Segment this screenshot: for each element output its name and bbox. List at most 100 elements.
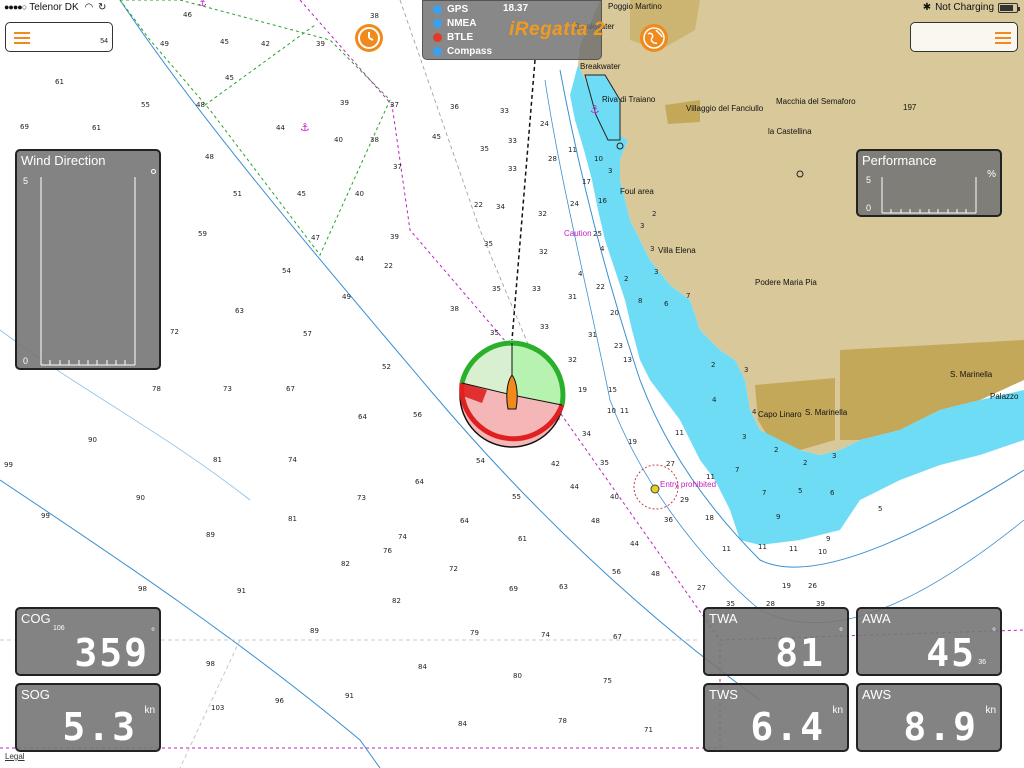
- sounding: 90: [88, 436, 97, 444]
- right-menu-icon[interactable]: [995, 32, 1011, 44]
- sounding: 27: [666, 460, 675, 468]
- sounding: 81: [288, 515, 297, 523]
- cog-panel[interactable]: COG 106 ° 359: [15, 607, 161, 676]
- sounding: 9: [826, 535, 831, 543]
- sounding: 44: [276, 124, 285, 132]
- tws-panel[interactable]: TWS kn 6.4: [703, 683, 849, 752]
- sounding: 10: [818, 548, 827, 556]
- sounding: 54: [282, 267, 291, 275]
- map-label: la Castellina: [768, 127, 812, 136]
- svg-text:⚓: ⚓: [590, 103, 600, 116]
- sounding: 35: [492, 285, 501, 293]
- sounding: 89: [310, 627, 319, 635]
- sounding: 44: [355, 255, 364, 263]
- sounding: 2: [624, 275, 629, 283]
- sounding: 23: [614, 342, 623, 350]
- sounding: 11: [568, 146, 577, 154]
- awa-panel[interactable]: AWA ° 36 45: [856, 607, 1002, 676]
- unit-label: °: [151, 627, 155, 638]
- sounding: 40: [610, 493, 619, 501]
- panel-title: COG: [21, 611, 51, 626]
- sounding: 63: [559, 583, 568, 591]
- sounding: 78: [152, 385, 161, 393]
- sounding: 7: [762, 489, 767, 497]
- panel-title: TWA: [709, 611, 738, 626]
- sounding: 25: [593, 230, 602, 238]
- sounding: 73: [357, 494, 366, 502]
- aws-panel[interactable]: AWS kn 8.9: [856, 683, 1002, 752]
- boat-wind-indicator[interactable]: [452, 335, 572, 455]
- unit-label: °: [839, 627, 843, 638]
- tws-value: 6.4: [750, 705, 825, 749]
- map-label: Podere Maria Pia: [755, 278, 817, 287]
- sounding: 8: [638, 297, 643, 305]
- left-menu-box[interactable]: 54: [5, 22, 113, 52]
- timer-button[interactable]: [355, 24, 383, 52]
- unit-label: kn: [985, 705, 996, 716]
- sounding: 38: [450, 305, 459, 313]
- carrier: ●●●●○ Telenor DK ◠ ↻: [4, 2, 106, 13]
- sounding: 42: [261, 40, 270, 48]
- sounding: 64: [415, 478, 424, 486]
- awa-sub-value: 36: [978, 659, 986, 666]
- map-label: Caution: [564, 229, 592, 238]
- sounding: 99: [4, 461, 13, 469]
- sounding: 61: [55, 78, 64, 86]
- left-menu-icon[interactable]: [14, 32, 30, 44]
- wind-direction-panel[interactable]: Wind Direction 5 0: [15, 149, 161, 370]
- map-label: Entry prohibited: [660, 480, 717, 489]
- map-label: Riva di Traiano: [602, 95, 656, 104]
- sounding: 4: [712, 396, 717, 404]
- map-label: Villa Elena: [658, 246, 696, 255]
- sounding: 5: [798, 487, 803, 495]
- sounding: 48: [205, 153, 214, 161]
- carrier-label: Telenor DK: [29, 2, 79, 13]
- sounding: 6: [664, 300, 669, 308]
- sounding: 33: [500, 107, 509, 115]
- sounding: 31: [568, 293, 577, 301]
- sounding: 3: [654, 268, 659, 276]
- cog-sub-value: 106: [53, 625, 65, 632]
- sounding: 24: [570, 200, 579, 208]
- sounding: 49: [342, 293, 351, 301]
- sounding: 10: [594, 155, 603, 163]
- sounding: 49: [160, 40, 169, 48]
- sounding: 36: [664, 516, 673, 524]
- globe-button[interactable]: [640, 24, 668, 52]
- sounding: 40: [334, 136, 343, 144]
- sounding: 71: [644, 726, 653, 734]
- connection-status-panel[interactable]: GPS NMEA BTLE Compass 18.37 iRegatta 2: [422, 0, 605, 60]
- unit-label: kn: [832, 705, 843, 716]
- sounding: 91: [345, 692, 354, 700]
- sog-panel[interactable]: SOG kn 5.3: [15, 683, 161, 752]
- sounding: 54: [476, 457, 485, 465]
- app-logo: iRegatta 2: [509, 19, 605, 40]
- legal-link[interactable]: Legal: [5, 752, 25, 761]
- sounding: 33: [532, 285, 541, 293]
- right-menu-box[interactable]: [910, 22, 1018, 52]
- twa-panel[interactable]: TWA ° 81: [703, 607, 849, 676]
- sounding: 84: [458, 720, 467, 728]
- sounding: 55: [512, 493, 521, 501]
- sounding: 64: [460, 517, 469, 525]
- sounding: 67: [613, 633, 622, 641]
- status-label: GPS: [447, 3, 469, 15]
- sounding: 82: [392, 597, 401, 605]
- sounding: 55: [141, 101, 150, 109]
- sounding: 81: [213, 456, 222, 464]
- sounding: 84: [418, 663, 427, 671]
- map-label: S. Marinella: [950, 370, 993, 379]
- signal-icon: ●●●●○: [4, 2, 27, 12]
- sounding: 34: [582, 430, 591, 438]
- panel-title: SOG: [21, 687, 50, 702]
- sounding: 38: [370, 136, 379, 144]
- performance-panel[interactable]: Performance 5 0 %: [856, 149, 1002, 217]
- sounding: 2: [803, 459, 808, 467]
- sounding: 28: [548, 155, 557, 163]
- sounding: 31: [588, 331, 597, 339]
- sounding: 48: [196, 101, 205, 109]
- sounding: 22: [474, 201, 483, 209]
- sounding: 10: [607, 407, 616, 415]
- sounding: 35: [480, 145, 489, 153]
- sounding: 4: [752, 408, 757, 416]
